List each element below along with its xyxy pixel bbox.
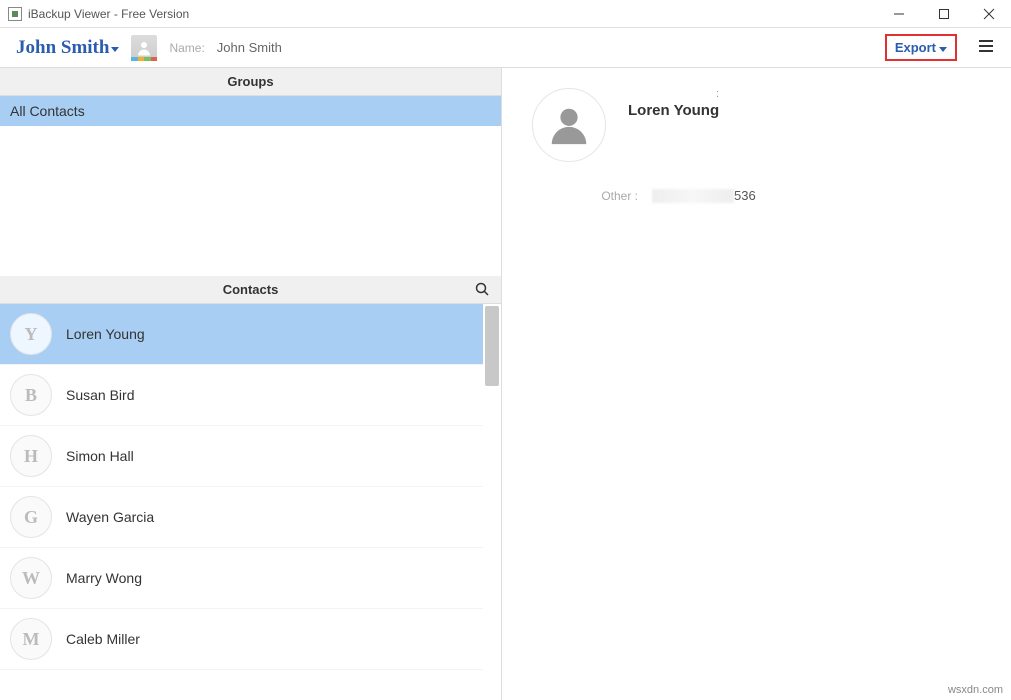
scrollbar-thumb[interactable] xyxy=(485,306,499,386)
detail-name: Loren Young xyxy=(628,102,719,119)
window-controls xyxy=(876,0,1011,28)
left-panel: Groups All Contacts Contacts Y Loren You… xyxy=(0,68,502,700)
export-label: Export xyxy=(895,40,936,55)
detail-panel: : Loren Young Other : 536 xyxy=(502,68,1011,700)
device-name-text: John Smith xyxy=(16,37,109,59)
group-row[interactable]: All Contacts xyxy=(0,96,501,126)
contact-name: Marry Wong xyxy=(66,570,142,586)
masked-value xyxy=(652,189,734,203)
content: Groups All Contacts Contacts Y Loren You… xyxy=(0,68,1011,700)
toolbar: John Smith Name: John Smith Export xyxy=(0,28,1011,68)
contact-name: Susan Bird xyxy=(66,387,134,403)
contacts-container: Y Loren Young B Susan Bird H Simon Hall … xyxy=(0,304,501,700)
person-icon xyxy=(546,102,592,148)
minimize-button[interactable] xyxy=(876,0,921,28)
contact-name: Simon Hall xyxy=(66,448,134,464)
maximize-button[interactable] xyxy=(921,0,966,28)
toolbar-right: Export xyxy=(885,33,999,62)
detail-fields: Other : 536 xyxy=(532,188,981,203)
contact-avatar: B xyxy=(10,374,52,416)
profile-thumbnail[interactable] xyxy=(131,35,157,61)
contact-name: Loren Young xyxy=(66,326,145,342)
toolbar-left: John Smith Name: John Smith xyxy=(16,35,282,61)
contacts-header-text: Contacts xyxy=(223,282,279,297)
groups-header: Groups xyxy=(0,68,501,96)
detail-field: Other : 536 xyxy=(532,188,981,203)
detail-name-block: : Loren Young xyxy=(628,88,719,119)
contact-avatar: W xyxy=(10,557,52,599)
app-icon xyxy=(8,7,22,21)
contact-avatar: M xyxy=(10,618,52,660)
contact-name: Caleb Miller xyxy=(66,631,140,647)
contact-avatar: G xyxy=(10,496,52,538)
hamburger-icon xyxy=(977,37,995,55)
group-label: All Contacts xyxy=(10,103,85,119)
person-icon xyxy=(135,39,153,57)
field-value: 536 xyxy=(652,188,756,203)
detail-header: : Loren Young xyxy=(532,88,981,162)
contact-row[interactable]: M Caleb Miller xyxy=(0,609,483,670)
contact-avatar: H xyxy=(10,435,52,477)
chevron-down-icon xyxy=(939,47,947,52)
search-icon[interactable] xyxy=(475,282,489,299)
contact-avatar: Y xyxy=(10,313,52,355)
field-label: Other : xyxy=(532,189,638,203)
close-button[interactable] xyxy=(966,0,1011,28)
detail-avatar xyxy=(532,88,606,162)
menu-button[interactable] xyxy=(973,33,999,62)
contact-row[interactable]: H Simon Hall xyxy=(0,426,483,487)
name-label: Name: xyxy=(169,41,204,55)
groups-list: All Contacts xyxy=(0,96,501,276)
contact-row[interactable]: Y Loren Young xyxy=(0,304,483,365)
titlebar: iBackup Viewer - Free Version xyxy=(0,0,1011,28)
contact-row[interactable]: W Marry Wong xyxy=(0,548,483,609)
device-dropdown[interactable]: John Smith xyxy=(16,37,119,59)
contacts-header: Contacts xyxy=(0,276,501,304)
titlebar-left: iBackup Viewer - Free Version xyxy=(8,7,189,21)
watermark: wsxdn.com xyxy=(948,684,1003,696)
chevron-down-icon xyxy=(111,47,119,52)
contacts-list[interactable]: Y Loren Young B Susan Bird H Simon Hall … xyxy=(0,304,483,700)
contact-name: Wayen Garcia xyxy=(66,509,154,525)
field-value-suffix: 536 xyxy=(734,188,756,203)
contact-row[interactable]: G Wayen Garcia xyxy=(0,487,483,548)
contact-row[interactable]: B Susan Bird xyxy=(0,365,483,426)
name-value: John Smith xyxy=(217,40,282,55)
window-title: iBackup Viewer - Free Version xyxy=(28,7,189,21)
export-button[interactable]: Export xyxy=(885,34,957,61)
